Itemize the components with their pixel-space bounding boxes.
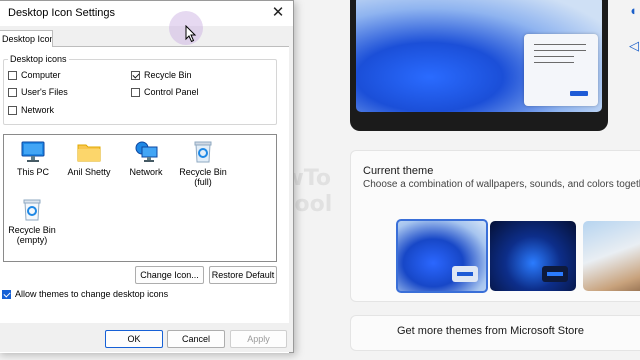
- icon-item-label: Recycle Bin (full): [179, 167, 227, 187]
- checkbox-recycle-bin[interactable]: Recycle Bin: [131, 70, 192, 80]
- checkbox-label: Computer: [21, 70, 61, 80]
- tab-desktop-icons[interactable]: Desktop Icons: [0, 30, 53, 47]
- folder-icon: [77, 144, 101, 162]
- theme-thumbnail-blossom[interactable]: [583, 221, 640, 291]
- checkbox-box[interactable]: [131, 87, 140, 97]
- microsoft-store-themes-link[interactable]: Get more themes from Microsoft Store: [350, 315, 640, 351]
- dialog-title: Desktop Icon Settings: [8, 7, 116, 19]
- recycle-bin-full-icon: [194, 141, 212, 163]
- checkbox-label: Control Panel: [144, 87, 199, 97]
- monitor-icon: [21, 141, 45, 162]
- checkbox-box[interactable]: [8, 87, 17, 97]
- current-theme-description: Choose a combination of wallpapers, soun…: [363, 179, 640, 190]
- theme-thumbnail-windows-light[interactable]: [396, 219, 488, 293]
- change-icon-button[interactable]: Change Icon...: [135, 266, 204, 284]
- icon-item-network[interactable]: Network: [117, 141, 175, 177]
- icon-item-label: Network: [129, 167, 163, 177]
- icon-item-recycle-bin-empty[interactable]: Recycle Bin (empty): [3, 199, 61, 245]
- checkbox-label: Recycle Bin: [144, 70, 192, 80]
- icon-item-label: Anil Shetty: [67, 167, 111, 177]
- checkbox-network[interactable]: Network: [8, 105, 54, 115]
- checkbox-label: User's Files: [21, 87, 68, 97]
- preview-window-mock: [524, 34, 598, 106]
- ok-button[interactable]: OK: [105, 330, 163, 348]
- icon-item-recycle-bin-full[interactable]: Recycle Bin (full): [174, 141, 232, 187]
- checkbox-control-panel[interactable]: Control Panel: [131, 87, 199, 97]
- store-link-label: Get more themes from Microsoft Store: [397, 325, 585, 337]
- checkbox-box[interactable]: [8, 105, 17, 115]
- checkbox-allow-themes[interactable]: Allow themes to change desktop icons: [2, 289, 168, 299]
- dialog-titlebar[interactable]: Desktop Icon Settings ✕: [0, 1, 293, 45]
- icon-item-user-folder[interactable]: Anil Shetty: [60, 141, 118, 177]
- checkbox-box-checked[interactable]: [131, 70, 140, 80]
- icon-item-label: Recycle Bin (empty): [8, 225, 56, 245]
- apply-button[interactable]: Apply: [230, 330, 287, 348]
- restore-default-button[interactable]: Restore Default: [209, 266, 277, 284]
- desktop-icon-settings-dialog: Desktop Icon Settings ✕ Desktop Icons De…: [0, 0, 294, 353]
- edge-icon-top[interactable]: ◖: [629, 3, 637, 18]
- icon-item-this-pc[interactable]: This PC: [4, 141, 62, 177]
- close-button[interactable]: ✕: [267, 3, 289, 23]
- checkbox-box[interactable]: [8, 70, 17, 80]
- checkbox-label: Allow themes to change desktop icons: [15, 289, 169, 299]
- sound-icon[interactable]: ◁: [629, 38, 639, 54]
- checkbox-label: Network: [21, 105, 55, 115]
- network-icon: [135, 141, 158, 162]
- checkbox-box-checked[interactable]: [2, 289, 11, 299]
- current-theme-title: Current theme: [363, 165, 434, 177]
- cancel-button[interactable]: Cancel: [167, 330, 225, 348]
- checkbox-computer[interactable]: Computer: [8, 70, 61, 80]
- desktop-icon-list[interactable]: This PC Anil Shetty Network Recycle Bin …: [3, 134, 277, 262]
- desktop-icons-group-label: Desktop icons: [8, 54, 69, 64]
- checkbox-users-files[interactable]: User's Files: [8, 87, 68, 97]
- recycle-bin-empty-icon: [23, 199, 41, 221]
- icon-item-label: This PC: [16, 167, 49, 177]
- mouse-pointer-icon: [185, 25, 197, 43]
- theme-thumbnail-windows-dark[interactable]: [490, 221, 576, 291]
